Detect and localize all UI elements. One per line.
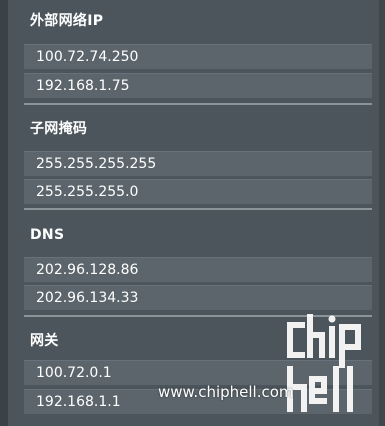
external-ip-value: 100.72.74.250 [36, 49, 139, 65]
dns-value-row: 202.96.134.33 [24, 285, 372, 310]
section-title-dns: DNS [30, 227, 65, 243]
watermark-url: www.chiphell.com [158, 383, 294, 401]
left-edge-strip [0, 0, 8, 426]
section-title-subnet-mask: 子网掩码 [30, 121, 88, 137]
gateway-value: 192.168.1.1 [36, 394, 121, 410]
external-ip-value-row: 100.72.74.250 [24, 44, 372, 69]
dns-value: 202.96.134.33 [36, 290, 139, 306]
dns-value: 202.96.128.86 [36, 262, 139, 278]
subnet-mask-value-row: 255.255.255.0 [24, 179, 372, 204]
section-title-gateway: 网关 [30, 333, 59, 349]
subnet-mask-value: 255.255.255.255 [36, 156, 157, 172]
chiphell-watermark-logo [287, 314, 361, 412]
subnet-mask-value: 255.255.255.0 [36, 184, 139, 200]
right-edge-strip [379, 0, 385, 426]
section-title-external-ip: 外部网络IP [30, 13, 104, 29]
external-ip-value: 192.168.1.75 [36, 78, 130, 94]
section-divider [24, 103, 372, 105]
gateway-value: 100.72.0.1 [36, 365, 112, 381]
external-ip-value-row: 192.168.1.75 [24, 73, 372, 98]
subnet-mask-value-row: 255.255.255.255 [24, 151, 372, 176]
dns-value-row: 202.96.128.86 [24, 257, 372, 282]
section-divider [24, 208, 372, 210]
